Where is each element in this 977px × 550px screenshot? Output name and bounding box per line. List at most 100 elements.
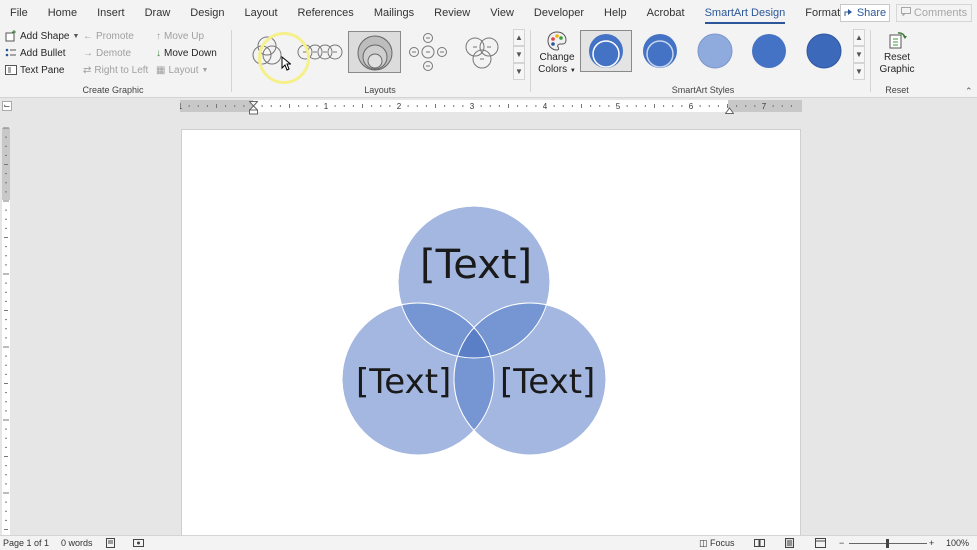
gallery-more-icon[interactable]: ▼ [853, 63, 865, 80]
text-pane-icon [5, 64, 17, 76]
move-down-button[interactable]: ↓ Move Down [156, 45, 217, 61]
zoom-slider-thumb[interactable] [886, 539, 889, 548]
tab-selector-icon[interactable]: ⌙ [2, 101, 12, 111]
share-icon [844, 7, 854, 20]
change-colors-button[interactable]: Change Colors ▼ [536, 28, 578, 86]
reset-label-1: Reset [883, 52, 911, 63]
ruler-number: 7 [762, 102, 767, 111]
tab-help[interactable]: Help [594, 0, 637, 26]
tab-smartart-design[interactable]: SmartArt Design [695, 0, 796, 26]
tab-draw[interactable]: Draw [135, 0, 181, 26]
tab-view[interactable]: View [480, 0, 524, 26]
group-divider [231, 30, 232, 92]
zoom-in-button[interactable]: + [929, 538, 934, 548]
venn-text-right[interactable]: [Text] [500, 362, 595, 402]
ruler-number: 4 [543, 102, 548, 111]
move-up-label: Move Up [164, 30, 205, 42]
comments-button[interactable]: Comments [896, 4, 972, 22]
comments-label: Comments [913, 7, 968, 19]
tab-file[interactable]: File [0, 0, 38, 26]
share-button[interactable]: Share [840, 4, 890, 22]
promote-label: Promote [96, 30, 134, 42]
layout-stacked-venn[interactable] [348, 31, 401, 73]
right-to-left-label: Right to Left [94, 64, 149, 76]
hanging-indent-marker[interactable] [248, 101, 259, 115]
gallery-more-icon[interactable]: ▼ [513, 63, 525, 80]
proofing-icon[interactable] [106, 538, 117, 550]
scroll-down-icon[interactable]: ▼ [513, 46, 525, 63]
focus-button[interactable]: ◫ Focus [699, 538, 735, 549]
horizontal-ruler-bar: ⌙ 11234567 [0, 98, 977, 114]
arrow-left-icon: ← [83, 30, 93, 42]
tab-review[interactable]: Review [424, 0, 480, 26]
bullet-list-icon [5, 47, 17, 59]
tab-acrobat[interactable]: Acrobat [637, 0, 695, 26]
tab-layout[interactable]: Layout [235, 0, 288, 26]
chevron-down-icon: ▼ [72, 32, 80, 40]
layouts-group-label: Layouts [364, 85, 396, 95]
move-up-button[interactable]: ↑ Move Up [156, 28, 204, 44]
text-pane-button[interactable]: Text Pane [5, 62, 64, 78]
horizontal-ruler[interactable]: 11234567 [180, 100, 802, 112]
word-count[interactable]: 0 words [61, 538, 93, 548]
web-layout-icon[interactable] [815, 538, 826, 550]
style-subtle-effect[interactable] [689, 30, 741, 72]
layouts-gallery [238, 29, 514, 84]
styles-gallery-scroll[interactable]: ▲ ▼ ▼ [853, 29, 865, 80]
chevron-down-icon: ▼ [201, 66, 209, 74]
layout-radial-venn[interactable] [402, 31, 455, 73]
venn-text-top[interactable]: [Text] [420, 242, 532, 288]
arrow-right-icon: → [83, 47, 93, 59]
tab-home[interactable]: Home [38, 0, 87, 26]
promote-button[interactable]: ← Promote [83, 28, 134, 44]
ribbon-tabs: File Home Insert Draw Design Layout References… [0, 0, 977, 26]
reset-graphic-button[interactable]: Reset Graphic [876, 28, 918, 80]
tab-mailings[interactable]: Mailings [364, 0, 424, 26]
add-shape-button[interactable]: Add Shape ▼ [5, 28, 79, 44]
status-bar: Page 1 of 1 0 words ◫ Focus − + 100% [0, 535, 977, 550]
tab-developer[interactable]: Developer [524, 0, 594, 26]
ruler-number: 3 [470, 102, 475, 111]
tab-design[interactable]: Design [180, 0, 234, 26]
vertical-ruler[interactable] [0, 114, 12, 538]
page-count[interactable]: Page 1 of 1 [3, 538, 49, 548]
tab-references[interactable]: References [288, 0, 364, 26]
zoom-out-button[interactable]: − [839, 538, 844, 548]
reset-label-2: Graphic [879, 64, 915, 75]
layout-basic-venn-alt[interactable] [456, 31, 509, 73]
demote-button[interactable]: → Demote [83, 45, 131, 61]
print-layout-icon[interactable] [784, 538, 795, 550]
scroll-down-icon[interactable]: ▼ [853, 46, 865, 63]
document-page[interactable]: [Text] [Text] [Text] [181, 129, 801, 539]
org-chart-icon: ▦ [156, 64, 166, 76]
comment-icon [900, 7, 911, 19]
arrow-down-icon: ↓ [156, 47, 161, 59]
collapse-ribbon-icon[interactable]: ⌃ [965, 86, 973, 97]
layouts-gallery-scroll[interactable]: ▲ ▼ ▼ [513, 29, 525, 80]
right-indent-marker[interactable] [724, 105, 735, 114]
venn-text-left[interactable]: [Text] [356, 362, 451, 402]
style-moderate-effect[interactable] [743, 30, 795, 72]
layout-button[interactable]: ▦ Layout ▼ [156, 62, 208, 78]
reset-group-label: Reset [885, 85, 909, 95]
accessibility-icon[interactable] [133, 538, 144, 550]
change-colors-label-2: Colors [538, 64, 568, 75]
style-white-outline[interactable] [634, 30, 686, 72]
text-pane-label: Text Pane [20, 64, 65, 76]
layout-label: Layout [168, 64, 199, 76]
read-mode-icon[interactable] [754, 538, 765, 550]
zoom-level[interactable]: 100% [946, 538, 969, 548]
reset-graphic-icon [886, 30, 908, 52]
ribbon: Add Shape ▼ Add Bullet Text Pane ← Promo… [0, 26, 977, 98]
move-down-label: Move Down [164, 47, 217, 59]
venn-diagram[interactable] [182, 130, 802, 540]
style-simple-fill[interactable] [580, 30, 632, 72]
right-to-left-button[interactable]: ⇄ Right to Left [83, 62, 148, 78]
chevron-down-icon: ▼ [569, 68, 576, 74]
scroll-up-icon[interactable]: ▲ [853, 29, 865, 46]
add-bullet-button[interactable]: Add Bullet [5, 45, 66, 61]
tab-insert[interactable]: Insert [87, 0, 135, 26]
scroll-up-icon[interactable]: ▲ [513, 29, 525, 46]
add-shape-icon [5, 30, 17, 42]
style-intense-effect[interactable] [798, 30, 850, 72]
